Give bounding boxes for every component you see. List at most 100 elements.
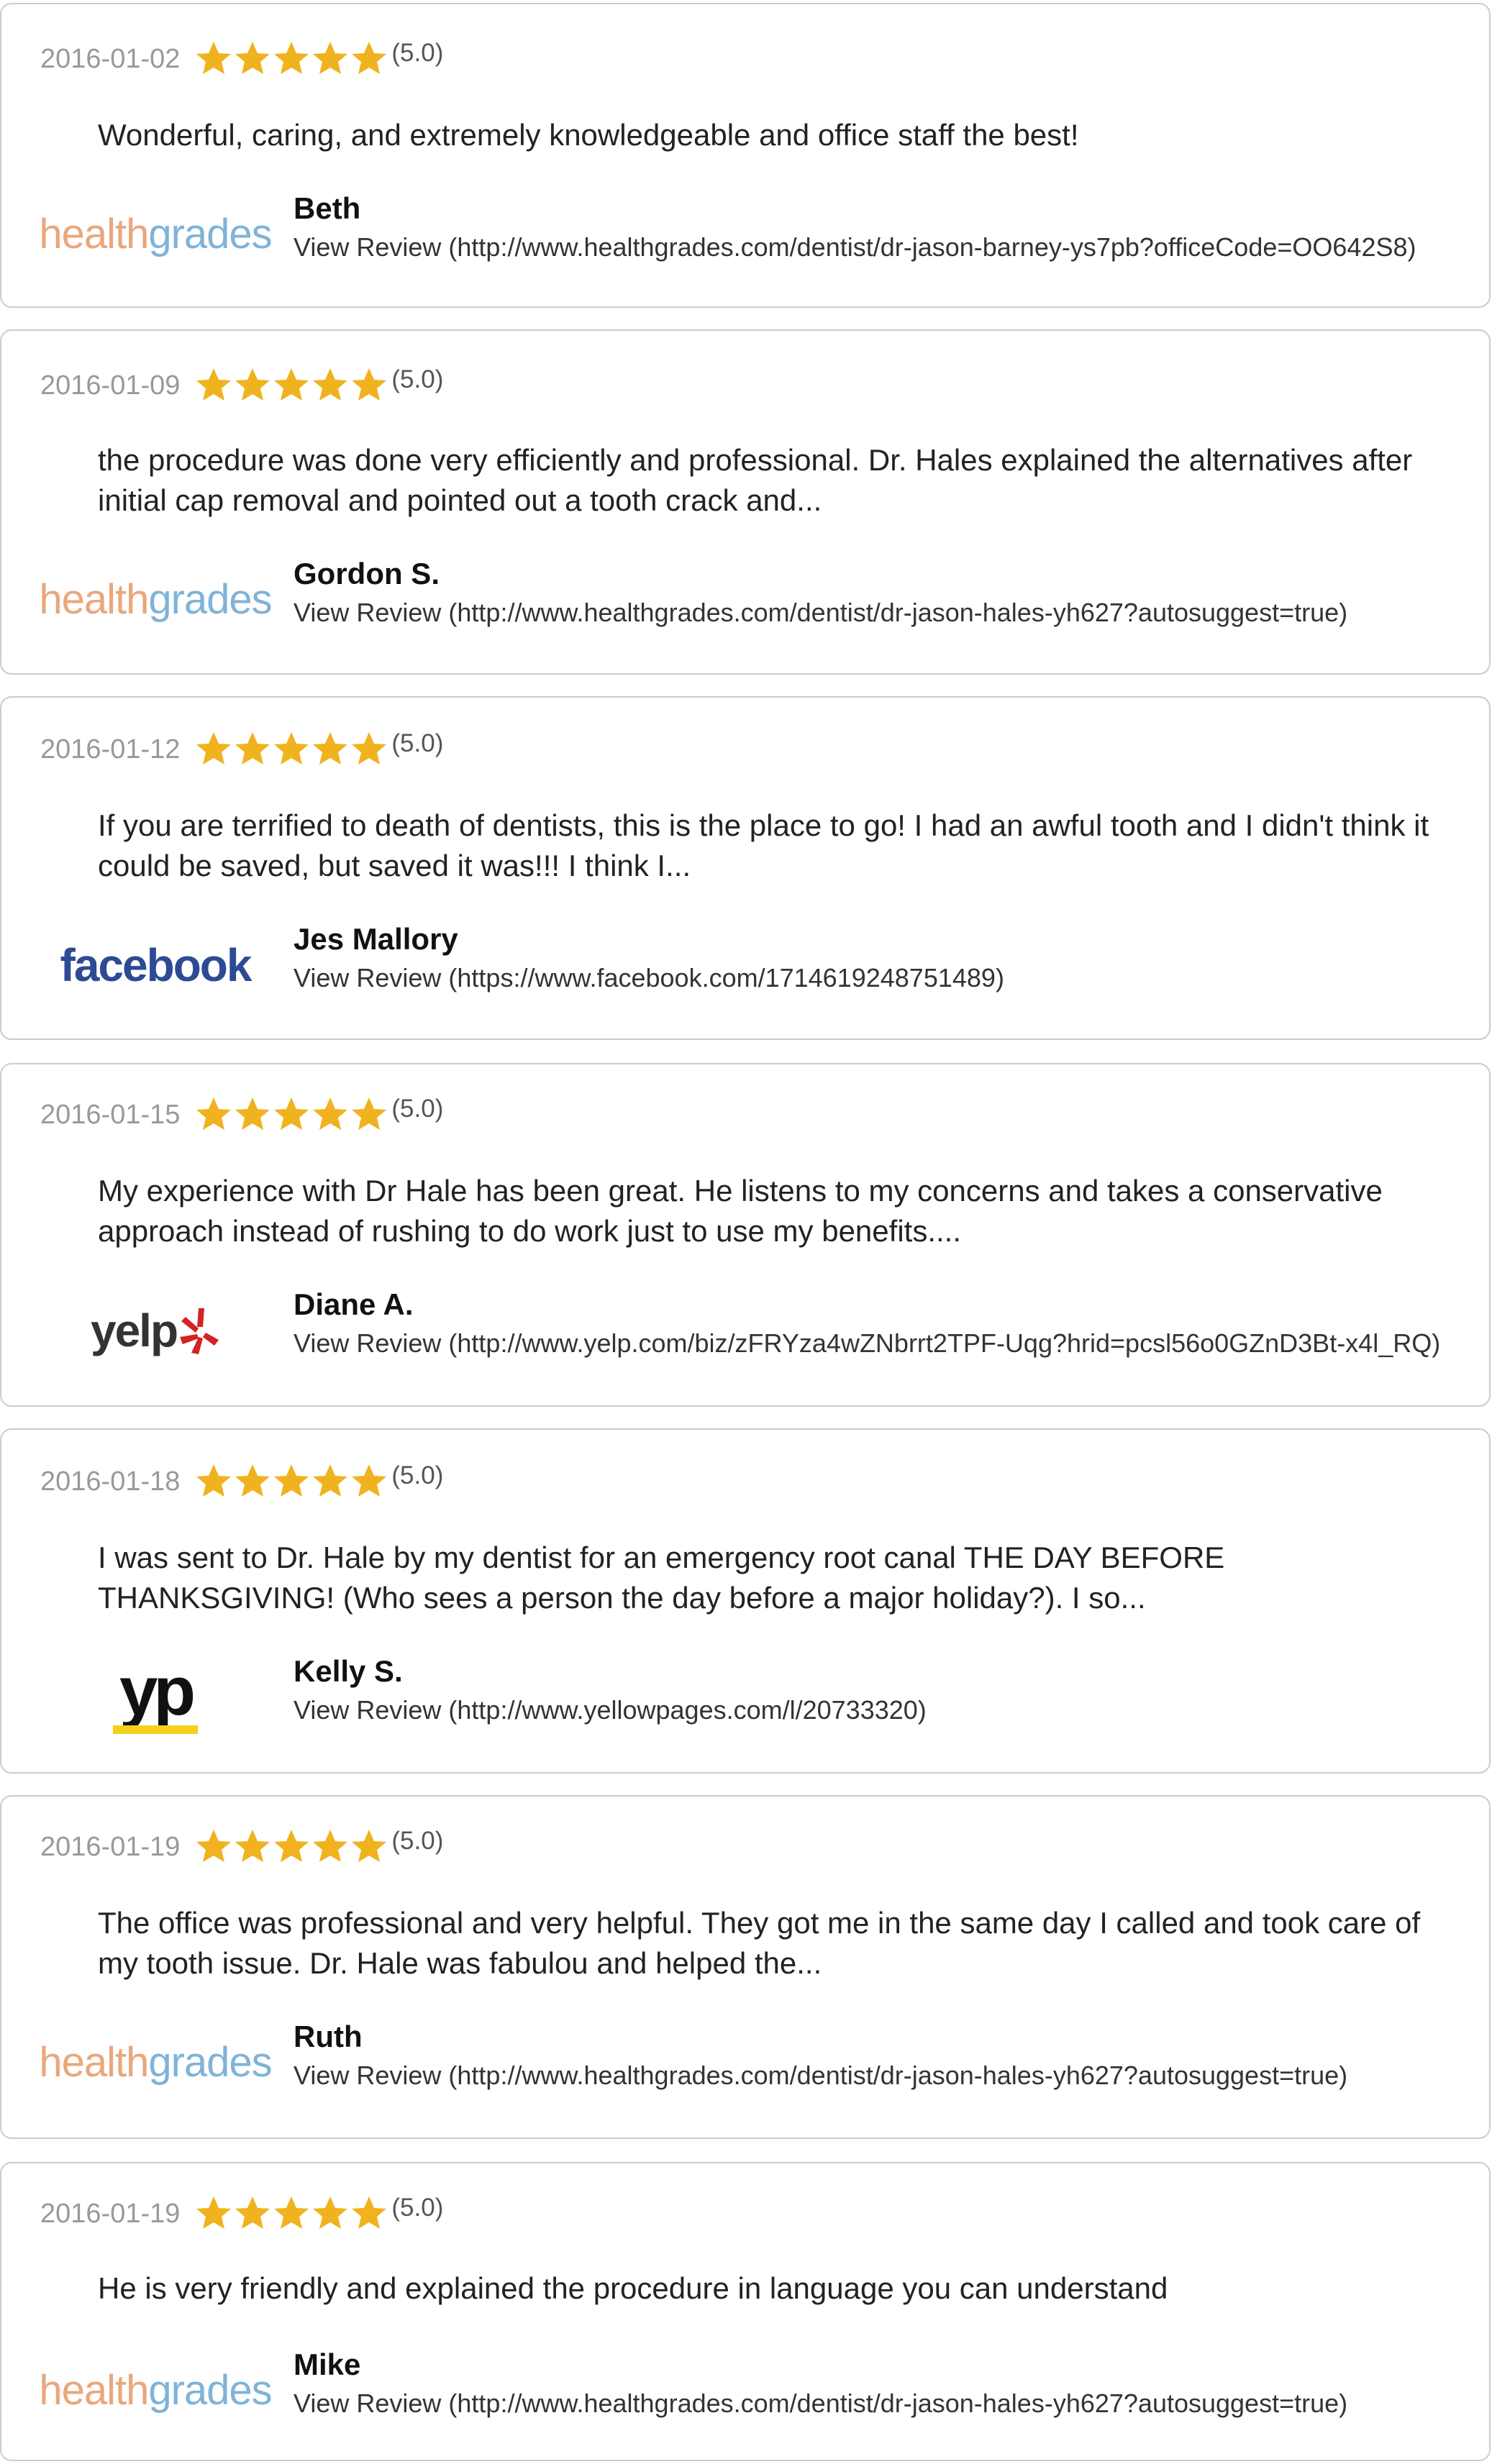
star-icon <box>194 1462 233 1501</box>
yp-underline <box>113 1725 198 1735</box>
review-header: 2016-01-19 (5.0) <box>40 1824 443 1870</box>
star-icon <box>272 1095 311 1134</box>
review-card: 2016-01-12 (5.0) If you are terrified to… <box>0 696 1491 1040</box>
rating-value: (5.0) <box>391 39 444 67</box>
review-card: 2016-01-19 (5.0) He is very friendly and… <box>0 2162 1491 2461</box>
review-card: 2016-01-09 (5.0) the procedure was done … <box>0 329 1491 675</box>
author-block: Beth View Review (http://www.healthgrade… <box>294 184 1416 266</box>
star-icon <box>311 2194 350 2233</box>
rating-value: (5.0) <box>391 1827 444 1855</box>
star-icon <box>311 1828 350 1866</box>
star-rating <box>194 1462 388 1501</box>
view-review-link[interactable]: View Review (http://www.healthgrades.com… <box>294 232 1416 262</box>
review-footer: yp Kelly S. View Review (http://www.yell… <box>40 1647 927 1748</box>
star-icon <box>350 1462 388 1501</box>
star-icon <box>350 2194 388 2233</box>
review-footer: healthgrades Ruth View Review (http://ww… <box>39 2012 1347 2113</box>
review-header: 2016-01-12 (5.0) <box>40 726 443 772</box>
view-review-link[interactable]: View Review (http://www.healthgrades.com… <box>294 2388 1347 2418</box>
author-block: Jes Mallory View Review (https://www.fac… <box>294 915 1004 997</box>
star-icon <box>233 730 272 769</box>
author-block: Kelly S. View Review (http://www.yellowp… <box>294 1647 927 1729</box>
rating-value: (5.0) <box>391 2194 444 2222</box>
star-icon <box>311 730 350 769</box>
star-rating <box>194 1828 388 1866</box>
review-date: 2016-01-18 <box>40 1466 181 1497</box>
review-date: 2016-01-09 <box>40 370 181 401</box>
star-icon <box>311 40 350 78</box>
view-review-link[interactable]: View Review (http://www.yellowpages.com/… <box>294 1695 927 1725</box>
author-name: Jes Mallory <box>294 922 458 956</box>
star-icon <box>272 40 311 78</box>
star-icon <box>272 730 311 769</box>
yelp-logo: yelp <box>40 1280 270 1381</box>
healthgrades-logo: healthgrades <box>39 2367 272 2414</box>
review-text: The office was professional and very hel… <box>98 1906 1421 1980</box>
review-header: 2016-01-15 (5.0) <box>40 1092 443 1138</box>
review-text: the procedure was done very efficiently … <box>98 443 1413 517</box>
star-icon <box>272 1462 311 1501</box>
healthgrades-logo: healthgrades <box>39 211 272 257</box>
star-icon <box>311 1095 350 1134</box>
rating-value: (5.0) <box>391 365 444 393</box>
star-icon <box>233 2194 272 2233</box>
view-review-link[interactable]: View Review (https://www.facebook.com/17… <box>294 963 1004 993</box>
star-icon <box>233 1828 272 1866</box>
rating-value: (5.0) <box>391 1461 444 1489</box>
review-header: 2016-01-19 (5.0) <box>40 2191 443 2237</box>
star-icon <box>350 40 388 78</box>
author-name: Kelly S. <box>294 1654 403 1688</box>
view-review-link[interactable]: View Review (http://www.yelp.com/biz/zFR… <box>294 1328 1440 1358</box>
star-rating <box>194 730 388 769</box>
review-text: I was sent to Dr. Hale by my dentist for… <box>98 1541 1225 1615</box>
star-icon <box>272 1828 311 1866</box>
star-icon <box>311 366 350 405</box>
star-icon <box>233 1095 272 1134</box>
review-footer: healthgrades Mike View Review (http://ww… <box>39 2340 1347 2441</box>
review-card: 2016-01-19 (5.0) The office was professi… <box>0 1795 1491 2139</box>
rating-value: (5.0) <box>391 729 444 757</box>
review-card: 2016-01-02 (5.0) Wonderful, caring, and … <box>0 3 1491 308</box>
author-block: Gordon S. View Review (http://www.health… <box>294 549 1347 631</box>
review-header: 2016-01-18 (5.0) <box>40 1459 443 1505</box>
author-block: Diane A. View Review (http://www.yelp.co… <box>294 1280 1440 1362</box>
star-icon <box>194 1095 233 1134</box>
author-block: Ruth View Review (http://www.healthgrade… <box>294 2012 1347 2094</box>
view-review-link[interactable]: View Review (http://www.healthgrades.com… <box>294 598 1347 627</box>
author-name: Ruth <box>294 2020 363 2053</box>
star-icon <box>350 730 388 769</box>
healthgrades-logo: healthgrades <box>39 2039 272 2086</box>
rating-value: (5.0) <box>391 1095 444 1123</box>
star-rating <box>194 2194 388 2233</box>
star-rating <box>194 40 388 78</box>
author-name: Gordon S. <box>294 557 440 590</box>
star-icon <box>194 1828 233 1866</box>
star-icon <box>194 366 233 405</box>
star-icon <box>233 366 272 405</box>
author-name: Mike <box>294 2347 361 2381</box>
star-icon <box>311 1462 350 1501</box>
star-icon <box>194 2194 233 2233</box>
author-name: Diane A. <box>294 1287 414 1321</box>
star-icon <box>350 366 388 405</box>
star-icon <box>272 2194 311 2233</box>
star-icon <box>272 366 311 405</box>
review-footer: healthgrades Gordon S. View Review (http… <box>39 549 1347 650</box>
yelp-burst-icon <box>180 1308 219 1354</box>
review-card: 2016-01-15 (5.0) My experience with Dr H… <box>0 1063 1491 1407</box>
healthgrades-logo: healthgrades <box>39 576 272 623</box>
view-review-link[interactable]: View Review (http://www.healthgrades.com… <box>294 2061 1347 2090</box>
star-icon <box>350 1828 388 1866</box>
star-rating <box>194 1095 388 1134</box>
review-header: 2016-01-02 (5.0) <box>40 36 443 82</box>
review-card: 2016-01-18 (5.0) I was sent to Dr. Hale … <box>0 1428 1491 1774</box>
review-footer: healthgrades Beth View Review (http://ww… <box>39 184 1416 285</box>
review-text: If you are terrified to death of dentist… <box>98 808 1429 882</box>
review-date: 2016-01-19 <box>40 1832 181 1862</box>
yellowpages-logo: yp <box>40 1647 270 1748</box>
review-text: He is very friendly and explained the pr… <box>98 2271 1168 2305</box>
review-header: 2016-01-09 (5.0) <box>40 362 443 409</box>
star-icon <box>194 40 233 78</box>
star-icon <box>350 1095 388 1134</box>
star-rating <box>194 366 388 405</box>
